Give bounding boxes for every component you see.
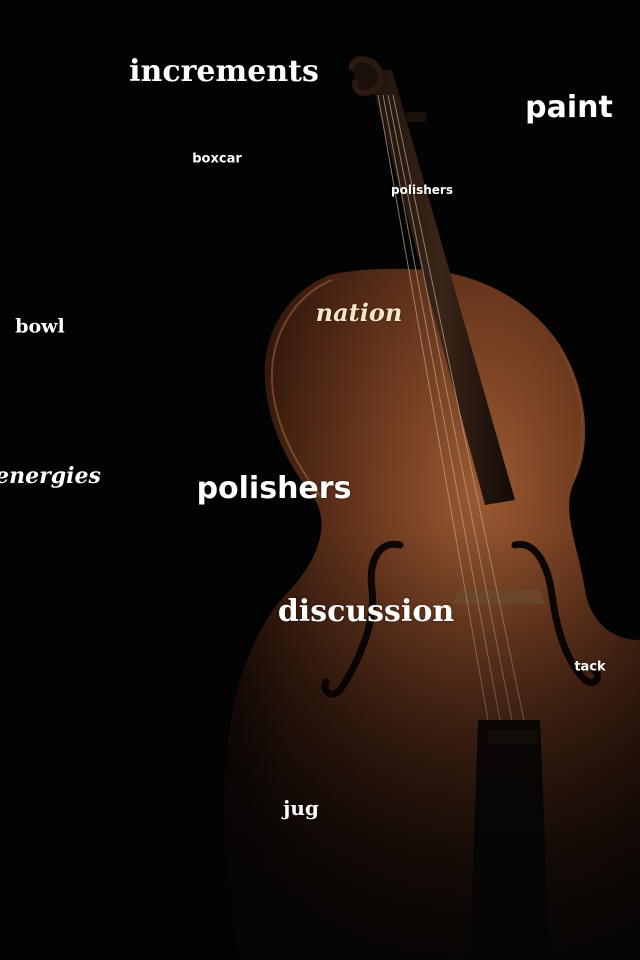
- word-discussion: discussion: [277, 594, 455, 629]
- word-tack: tack: [574, 659, 606, 675]
- word-polishers-small: polishers: [391, 183, 453, 197]
- scene-canvas: increments paint boxcar polishers nation…: [0, 0, 640, 960]
- word-bowl: bowl: [15, 315, 65, 338]
- word-increments: increments: [129, 54, 319, 89]
- word-energies: energies: [0, 463, 101, 489]
- word-nation: nation: [315, 298, 403, 327]
- word-jug: jug: [283, 796, 319, 820]
- word-boxcar: boxcar: [192, 151, 242, 167]
- word-paint: paint: [525, 90, 613, 125]
- word-polishers-large: polishers: [196, 471, 352, 506]
